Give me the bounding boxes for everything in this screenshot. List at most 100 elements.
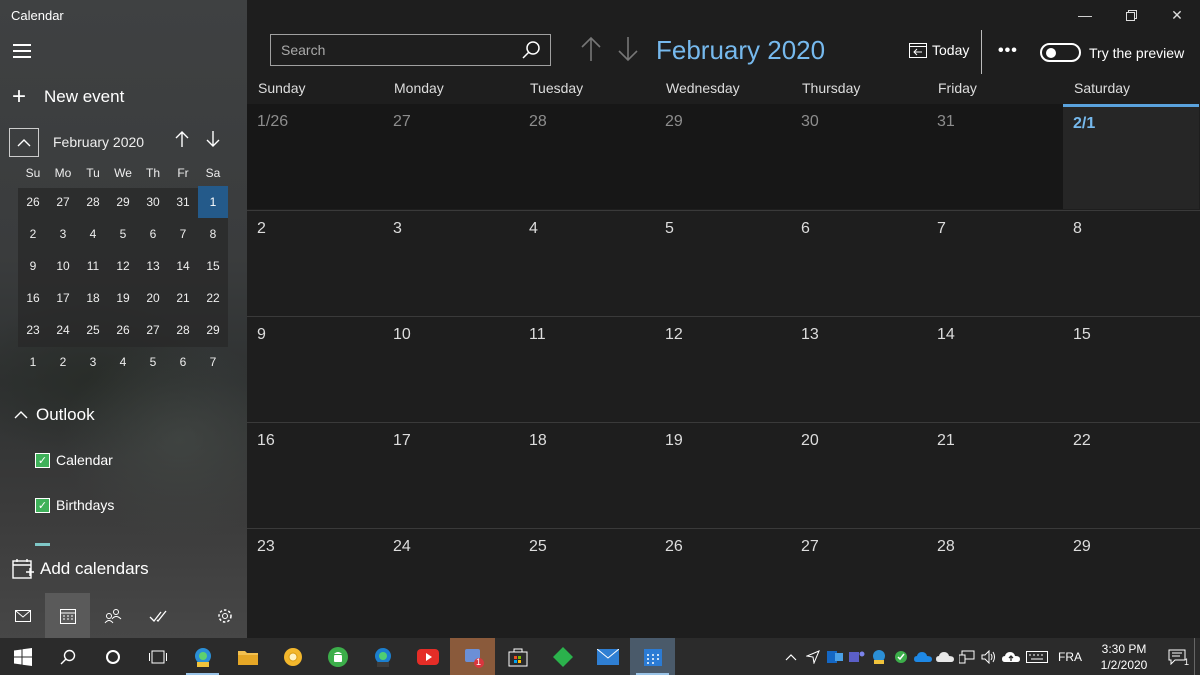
mini-next-month-button[interactable] bbox=[206, 130, 220, 153]
store-app[interactable] bbox=[495, 638, 540, 675]
mini-calendar-day[interactable]: 6 bbox=[168, 346, 198, 378]
month-day-cell[interactable]: 12 bbox=[655, 317, 791, 422]
month-day-cell[interactable]: 16 bbox=[247, 423, 383, 528]
teams-tray-icon[interactable] bbox=[846, 638, 868, 675]
sync-tray-icon[interactable] bbox=[890, 638, 912, 675]
month-day-cell[interactable]: 6 bbox=[791, 211, 927, 316]
month-day-cell[interactable]: 30 bbox=[791, 104, 927, 209]
chrome-canary-app[interactable] bbox=[270, 638, 315, 675]
calendar-app-button[interactable] bbox=[45, 593, 90, 638]
mini-calendar-day[interactable]: 28 bbox=[168, 314, 198, 346]
mini-previous-month-button[interactable] bbox=[175, 130, 189, 153]
mini-calendar-day[interactable]: 6 bbox=[138, 218, 168, 250]
mini-calendar-day[interactable]: 1 bbox=[18, 346, 48, 378]
mini-calendar-title[interactable]: February 2020 bbox=[53, 134, 144, 150]
search-input[interactable] bbox=[271, 35, 511, 65]
hamburger-menu-icon[interactable] bbox=[13, 44, 31, 58]
mini-calendar-day[interactable]: 22 bbox=[198, 282, 228, 314]
action-center-button[interactable]: 1 bbox=[1160, 638, 1194, 675]
month-title[interactable]: February 2020 bbox=[656, 35, 825, 66]
mini-calendar-day[interactable]: 16 bbox=[18, 282, 48, 314]
month-day-cell[interactable]: 2 bbox=[247, 211, 383, 316]
mini-calendar-day[interactable]: 2 bbox=[18, 218, 48, 250]
month-day-cell[interactable]: 29 bbox=[1063, 529, 1199, 634]
mini-calendar-day[interactable]: 3 bbox=[48, 218, 78, 250]
android-app[interactable] bbox=[315, 638, 360, 675]
month-day-cell[interactable]: 5 bbox=[655, 211, 791, 316]
mini-calendar-day[interactable]: 29 bbox=[198, 314, 228, 346]
month-day-cell[interactable]: 17 bbox=[383, 423, 519, 528]
mini-calendar-day[interactable]: 5 bbox=[138, 346, 168, 378]
mini-calendar-day[interactable]: 21 bbox=[168, 282, 198, 314]
feedly-app[interactable] bbox=[540, 638, 585, 675]
calendar-toggle-birthdays[interactable]: ✓ Birthdays bbox=[35, 497, 114, 513]
calendar-toggle-partial[interactable] bbox=[35, 543, 50, 546]
mini-calendar-day[interactable]: 24 bbox=[48, 314, 78, 346]
mini-calendar-day[interactable]: 13 bbox=[138, 250, 168, 282]
mini-calendar-day[interactable]: 8 bbox=[198, 218, 228, 250]
mini-calendar-day[interactable]: 20 bbox=[138, 282, 168, 314]
start-button[interactable] bbox=[0, 638, 45, 675]
month-day-cell[interactable]: 4 bbox=[519, 211, 655, 316]
keyboard-tray-icon[interactable] bbox=[1022, 638, 1052, 675]
add-calendars-button[interactable]: Add calendars bbox=[12, 558, 149, 580]
month-day-cell[interactable]: 2/1 bbox=[1063, 104, 1199, 209]
mini-calendar-day[interactable]: 19 bbox=[108, 282, 138, 314]
collapse-mini-calendar-button[interactable] bbox=[9, 128, 39, 157]
show-desktop-button[interactable] bbox=[1194, 638, 1200, 675]
minimize-button[interactable]: — bbox=[1062, 0, 1108, 30]
onedrive-tray-icon[interactable] bbox=[912, 638, 934, 675]
month-day-cell[interactable]: 31 bbox=[927, 104, 1063, 209]
restore-button[interactable] bbox=[1108, 0, 1154, 30]
search-icon[interactable] bbox=[522, 40, 542, 60]
edge-tray-icon[interactable] bbox=[868, 638, 890, 675]
mini-calendar-day[interactable]: 28 bbox=[78, 186, 108, 218]
today-button[interactable]: Today bbox=[909, 42, 969, 58]
month-day-cell[interactable]: 8 bbox=[1063, 211, 1199, 316]
edge-canary-app[interactable] bbox=[180, 638, 225, 675]
mini-calendar-day[interactable]: 25 bbox=[78, 314, 108, 346]
month-day-cell[interactable]: 19 bbox=[655, 423, 791, 528]
month-day-cell[interactable]: 7 bbox=[927, 211, 1063, 316]
input-language-indicator[interactable]: FRA bbox=[1052, 650, 1088, 664]
calendar-toggle-calendar[interactable]: ✓ Calendar bbox=[35, 452, 113, 468]
mini-calendar-day[interactable]: 3 bbox=[78, 346, 108, 378]
month-day-cell[interactable]: 29 bbox=[655, 104, 791, 209]
next-month-button[interactable] bbox=[617, 36, 639, 67]
mini-calendar-day[interactable]: 18 bbox=[78, 282, 108, 314]
month-day-cell[interactable]: 3 bbox=[383, 211, 519, 316]
clock[interactable]: 3:30 PM 1/2/2020 bbox=[1088, 641, 1160, 673]
close-button[interactable]: ✕ bbox=[1154, 0, 1200, 30]
new-event-button[interactable]: + New event bbox=[12, 85, 124, 109]
mini-calendar-day[interactable]: 29 bbox=[108, 186, 138, 218]
month-day-cell[interactable]: 22 bbox=[1063, 423, 1199, 528]
mini-calendar-day[interactable]: 10 bbox=[48, 250, 78, 282]
cloud-tray-icon[interactable] bbox=[934, 638, 956, 675]
month-day-cell[interactable]: 27 bbox=[383, 104, 519, 209]
mini-calendar-day[interactable]: 4 bbox=[78, 218, 108, 250]
month-day-cell[interactable]: 18 bbox=[519, 423, 655, 528]
mail-app-button[interactable] bbox=[0, 593, 45, 638]
network-tray-icon[interactable] bbox=[956, 638, 978, 675]
try-preview-toggle[interactable] bbox=[1040, 43, 1081, 62]
month-day-cell[interactable]: 20 bbox=[791, 423, 927, 528]
month-day-cell[interactable]: 26 bbox=[655, 529, 791, 634]
month-day-cell[interactable]: 21 bbox=[927, 423, 1063, 528]
mini-calendar-day[interactable]: 30 bbox=[138, 186, 168, 218]
month-day-cell[interactable]: 15 bbox=[1063, 317, 1199, 422]
month-day-cell[interactable]: 28 bbox=[927, 529, 1063, 634]
mini-calendar-day[interactable]: 1 bbox=[198, 186, 228, 218]
volume-tray-icon[interactable] bbox=[978, 638, 1000, 675]
todo-app-button[interactable] bbox=[135, 593, 180, 638]
show-hidden-icons-button[interactable] bbox=[780, 638, 802, 675]
cortana-button[interactable] bbox=[90, 638, 135, 675]
mini-calendar-day[interactable]: 27 bbox=[138, 314, 168, 346]
mini-calendar-day[interactable]: 17 bbox=[48, 282, 78, 314]
people-app-button[interactable] bbox=[90, 593, 135, 638]
month-day-cell[interactable]: 1/26 bbox=[247, 104, 383, 209]
mini-calendar-day[interactable]: 26 bbox=[18, 186, 48, 218]
file-explorer-app[interactable] bbox=[225, 638, 270, 675]
mini-calendar-day[interactable]: 31 bbox=[168, 186, 198, 218]
more-options-button[interactable]: ••• bbox=[998, 42, 1018, 60]
mini-calendar-day[interactable]: 7 bbox=[168, 218, 198, 250]
